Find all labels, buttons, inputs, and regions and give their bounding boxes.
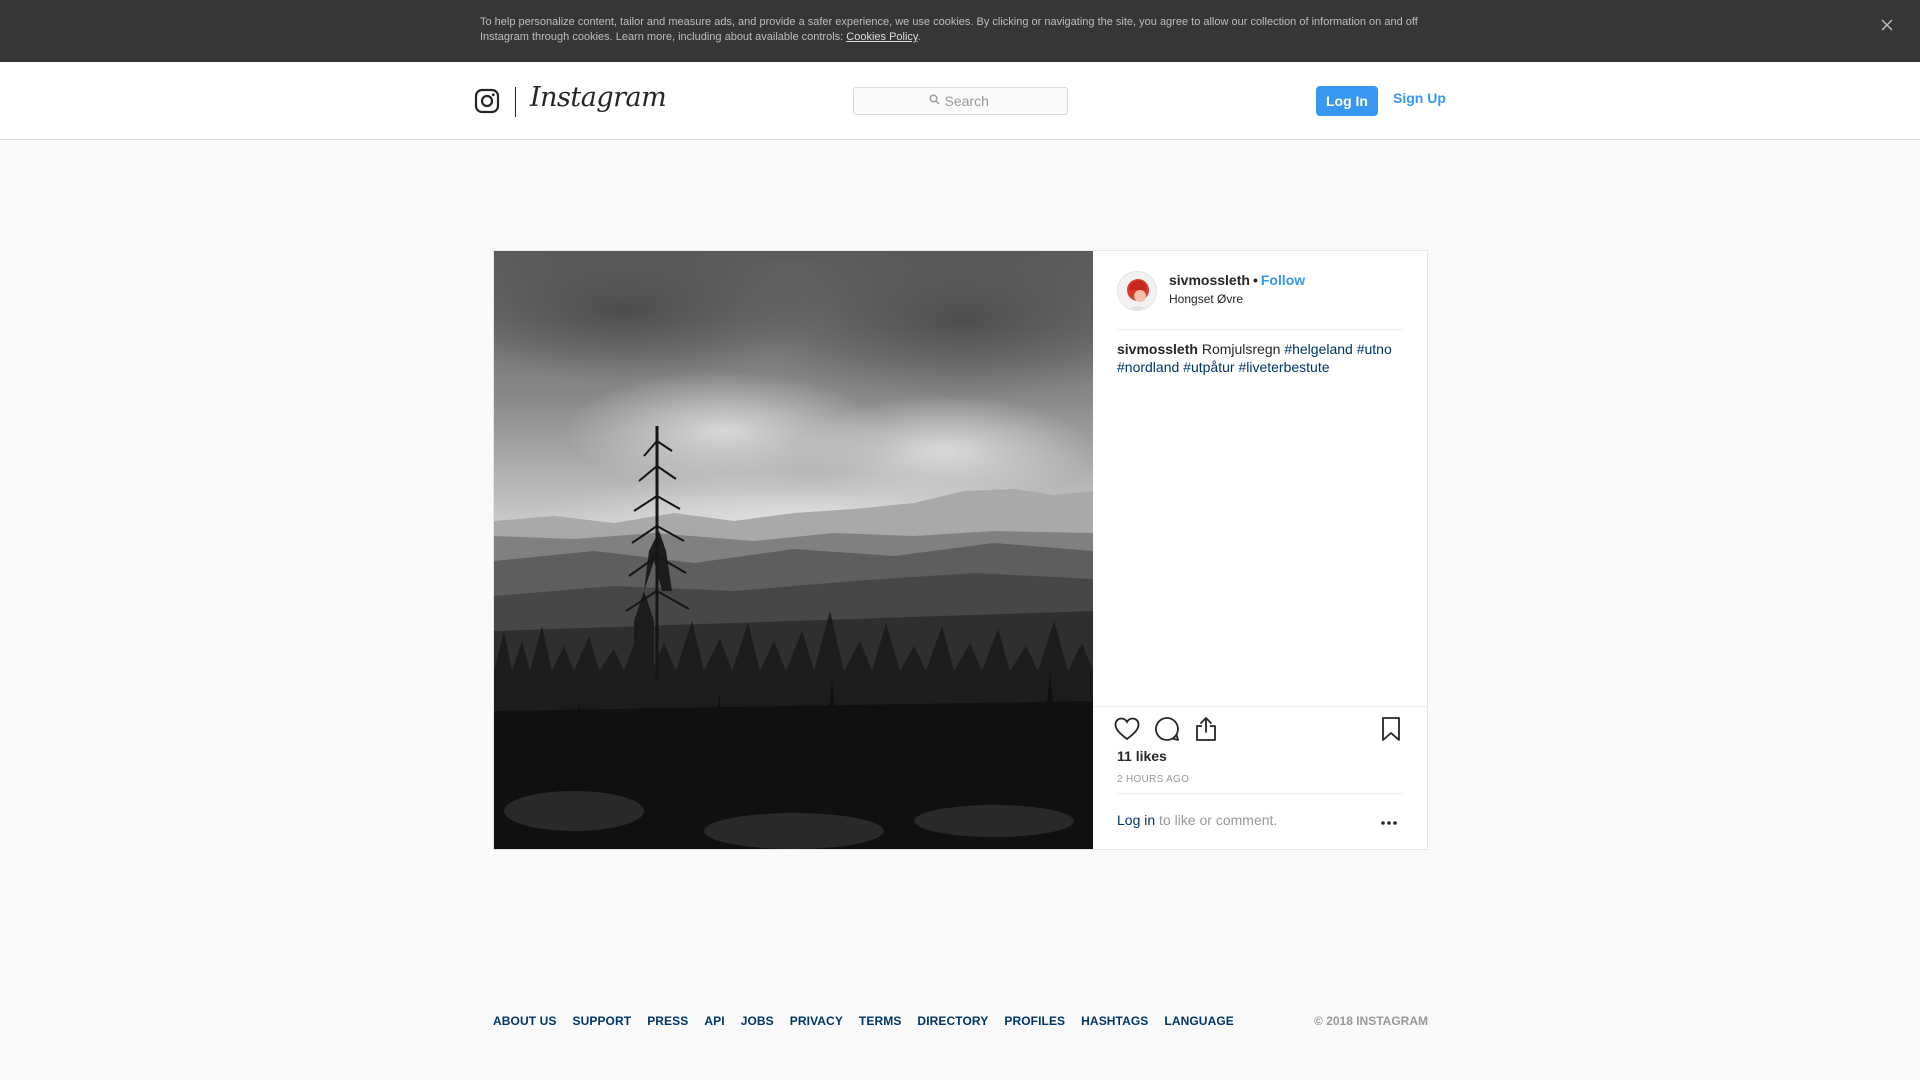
like-count[interactable]: 11 likes — [1117, 748, 1167, 764]
caption-text: Romjulsregn — [1201, 341, 1281, 357]
caption-username[interactable]: sivmossleth — [1117, 341, 1198, 357]
search-box[interactable] — [853, 87, 1068, 115]
header-divider — [1117, 329, 1403, 330]
hashtag-utno[interactable]: #utno — [1357, 341, 1392, 357]
hashtag-helgeland[interactable]: #helgeland — [1284, 341, 1353, 357]
footer-link-support[interactable]: SUPPORT — [572, 1014, 631, 1028]
footer-link-language[interactable]: LANGUAGE — [1164, 1014, 1233, 1028]
footer-link-api[interactable]: API — [704, 1014, 724, 1028]
footer-link-terms[interactable]: TERMS — [859, 1014, 902, 1028]
footer-link-hashtags[interactable]: HASHTAGS — [1081, 1014, 1148, 1028]
log-in-link[interactable]: Log in — [1117, 812, 1155, 828]
hashtag-nordland[interactable]: #nordland — [1117, 359, 1179, 375]
cookie-message: To help personalize content, tailor and … — [480, 16, 1418, 43]
login-prompt-text: to like or comment. — [1155, 812, 1278, 828]
copyright: © 2018 INSTAGRAM — [1314, 1014, 1428, 1028]
instagram-wordmark[interactable]: Instagram — [530, 82, 667, 118]
heart-icon[interactable] — [1113, 715, 1141, 743]
footer-link-jobs[interactable]: JOBS — [741, 1014, 774, 1028]
search-input[interactable] — [944, 93, 993, 109]
author-username[interactable]: sivmossleth — [1169, 272, 1250, 288]
comment-divider — [1117, 793, 1403, 794]
separator: • — [1252, 272, 1258, 288]
post-card: sivmossleth • Follow Hongset Øvre sivmossl… — [493, 250, 1428, 850]
post-timestamp: 2 HOURS AGO — [1117, 774, 1190, 785]
bookmark-icon[interactable] — [1377, 715, 1405, 743]
cookie-banner-text: To help personalize content, tailor and … — [480, 15, 1440, 45]
instagram-glyph-icon[interactable] — [474, 88, 500, 114]
follow-button[interactable]: Follow — [1261, 272, 1305, 288]
cookie-message-suffix: . — [917, 31, 921, 43]
comment-icon[interactable] — [1153, 715, 1181, 743]
more-options-icon[interactable] — [1377, 813, 1401, 833]
avatar[interactable] — [1117, 271, 1157, 311]
actions-divider — [1093, 706, 1427, 707]
post-caption: sivmossleth Romjulsregn #helgeland #utno… — [1117, 340, 1407, 376]
log-in-button[interactable]: Log In — [1316, 86, 1378, 116]
footer-nav: ABOUT US SUPPORT PRESS API JOBS PRIVACY … — [493, 1014, 1250, 1028]
cookie-banner: To help personalize content, tailor and … — [0, 0, 1920, 62]
login-prompt: Log in to like or comment. — [1117, 812, 1277, 828]
footer-link-about-us[interactable]: ABOUT US — [493, 1014, 556, 1028]
search-icon — [929, 92, 940, 110]
footer-link-privacy[interactable]: PRIVACY — [790, 1014, 843, 1028]
post-location[interactable]: Hongset Øvre — [1169, 292, 1243, 306]
cookies-policy-link[interactable]: Cookies Policy — [846, 31, 917, 43]
top-navigation: Instagram Log In Sign Up — [0, 62, 1920, 140]
footer-link-profiles[interactable]: PROFILES — [1004, 1014, 1065, 1028]
post-author: sivmossleth • Follow — [1169, 272, 1305, 288]
sign-up-link[interactable]: Sign Up — [1393, 90, 1446, 106]
footer-link-directory[interactable]: DIRECTORY — [917, 1014, 988, 1028]
hashtag-liveterbestute[interactable]: #liveterbestute — [1238, 359, 1329, 375]
footer-link-press[interactable]: PRESS — [647, 1014, 688, 1028]
post-photo[interactable] — [494, 251, 1093, 849]
post-side-panel: sivmossleth • Follow Hongset Øvre sivmossl… — [1093, 251, 1427, 849]
close-icon[interactable] — [1876, 14, 1898, 36]
logo-divider — [515, 87, 516, 117]
share-icon[interactable] — [1192, 715, 1220, 743]
hashtag-utpatur[interactable]: #utpåtur — [1183, 359, 1234, 375]
